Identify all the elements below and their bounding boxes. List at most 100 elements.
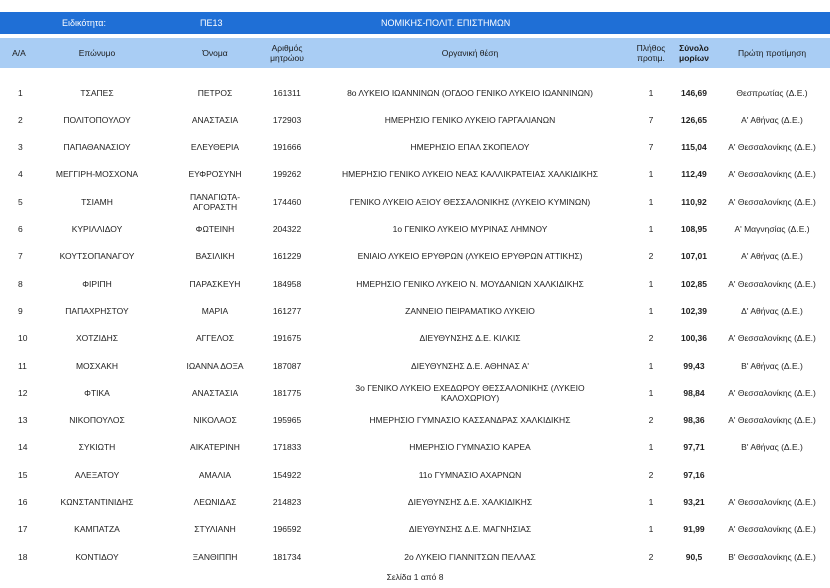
cell-pref-count: 2 xyxy=(648,333,654,344)
cell-name: ΒΑΣΙΛΙΚΗ xyxy=(195,251,235,262)
cell-aa: 10 xyxy=(18,333,28,344)
cell-position: 8ο ΛΥΚΕΙΟ ΙΩΑΝΝΙΝΩΝ (ΟΓΔΟΟ ΓΕΝΙΚΟ ΛΥΚΕΙΟ… xyxy=(347,87,593,98)
specialty-code: ΠΕ13 xyxy=(200,18,223,28)
cell-total: 115,04 xyxy=(681,142,707,153)
cell-name: ΦΩΤΕΙΝΗ xyxy=(195,224,235,234)
cell-name: ΑΝΑΣΤΑΣΙΑ xyxy=(191,387,239,398)
cell-aa: 11 xyxy=(18,360,27,371)
cell-first-pref: Β' Θεσσαλονίκης (Δ.Ε.) xyxy=(728,551,816,562)
cell-registry: 161277 xyxy=(272,305,302,316)
cell-position: ΔΙΕΥΘΥΝΣΗΣ Δ.Ε. ΧΑΛΚΙΔΙΚΗΣ xyxy=(407,497,533,507)
table-row: 7 ΚΟΥΤΣΟΠΑΝΑΓΟΥ ΒΑΣΙΛΙΚΗ 161229 ΕΝΙΑΙΟ Λ… xyxy=(0,243,830,270)
cell-name: ΠΕΤΡΟΣ xyxy=(197,87,233,98)
cell-surname: ΜΟΣΧΑΚΗ xyxy=(75,360,119,371)
cell-aa: 13 xyxy=(18,415,28,426)
table-row: 3 ΠΑΠΑΘΑΝΑΣΙΟΥ ΕΛΕΥΘΕΡΙΑ 191666 ΗΜΕΡΗΣΙΟ… xyxy=(0,134,830,161)
cell-name: ΑΓΓΕΛΟΣ xyxy=(195,333,235,344)
cell-position: 11ο ΓΥΜΝΑΣΙΟ ΑΧΑΡΝΩΝ xyxy=(418,469,522,480)
cell-name: ΕΛΕΥΘΕΡΙΑ xyxy=(190,142,240,153)
cell-surname: ΧΟΤΖΙΔΗΣ xyxy=(75,333,119,344)
table-row: 13 ΝΙΚΟΠΟΥΛΟΣ ΝΙΚΟΛΑΟΣ 195965 ΗΜΕΡΗΣΙΟ Γ… xyxy=(0,407,830,434)
cell-first-pref: Α' Θεσσαλονίκης (Δ.Ε.) xyxy=(728,333,816,344)
cell-aa: 14 xyxy=(18,442,28,453)
cell-surname: ΦΤΙΚΑ xyxy=(84,387,110,398)
cell-first-pref: Α' Θεσσαλονίκης (Δ.Ε.) xyxy=(728,169,816,180)
cell-registry: 172903 xyxy=(272,114,302,125)
cell-registry: 195965 xyxy=(272,415,302,426)
table-row: 18 ΚΟΝΤΙΔΟΥ ΞΑΝΘΙΠΠΗ 181734 2ο ΛΥΚΕΙΟ ΓΙ… xyxy=(0,543,830,570)
cell-total: 112,49 xyxy=(681,169,707,180)
cell-pref-count: 1 xyxy=(648,169,654,180)
cell-total: 93,21 xyxy=(683,497,705,507)
table-row: 2 ΠΟΛΙΤΟΠΟΥΛΟΥ ΑΝΑΣΤΑΣΙΑ 172903 ΗΜΕΡΗΣΙΟ… xyxy=(0,106,830,133)
cell-first-pref: Β' Αθήνας (Δ.Ε.) xyxy=(741,442,803,453)
cell-name: ΝΙΚΟΛΑΟΣ xyxy=(193,415,237,426)
cell-pref-count: 1 xyxy=(648,387,654,398)
cell-position: ΕΝΙΑΙΟ ΛΥΚΕΙΟ ΕΡΥΘΡΩΝ (ΛΥΚΕΙΟ ΕΡΥΘΡΩΝ ΑΤ… xyxy=(357,251,583,262)
cell-pref-count: 7 xyxy=(648,114,654,125)
header-surname: Επώνυμο xyxy=(78,48,116,58)
cell-total: 108,95 xyxy=(681,224,707,234)
header-total: Σύνολο μορίων xyxy=(679,43,709,63)
cell-name: ΣΤΥΛΙΑΝΗ xyxy=(194,524,236,535)
cell-surname: ΚΟΝΤΙΔΟΥ xyxy=(75,551,119,562)
cell-registry: 154922 xyxy=(272,469,302,480)
cell-surname: ΠΑΠΑΘΑΝΑΣΙΟΥ xyxy=(63,142,131,153)
cell-surname: ΚΟΥΤΣΟΠΑΝΑΓΟΥ xyxy=(59,251,135,262)
specialty-bar: Ειδικότητα: ΠΕ13 ΝΟΜΙΚΗΣ-ΠΟΛΙΤ. ΕΠΙΣΤΗΜΩ… xyxy=(0,12,830,34)
cell-pref-count: 1 xyxy=(648,305,654,316)
table-row: 11 ΜΟΣΧΑΚΗ ΙΩΑΝΝΑ ΔΟΞΑ 187087 ΔΙΕΥΘΥΝΣΗΣ… xyxy=(0,352,830,379)
cell-registry: 196592 xyxy=(272,524,302,535)
header-registry: Αριθμός μητρώου xyxy=(270,43,304,63)
cell-first-pref xyxy=(718,461,826,488)
cell-registry: 174460 xyxy=(272,196,302,207)
cell-registry: 171833 xyxy=(272,442,302,453)
cell-position: ΗΜΕΡΗΣΙΟ ΓΥΜΝΑΣΙΟ ΚΑΡΕΑ xyxy=(409,442,531,453)
cell-surname: ΤΣΑΠΕΣ xyxy=(80,87,114,98)
cell-total: 91,99 xyxy=(683,524,705,535)
cell-first-pref: Β' Αθήνας (Δ.Ε.) xyxy=(741,360,803,371)
cell-name: ΛΕΩΝΙΔΑΣ xyxy=(193,497,237,507)
cell-total: 99,43 xyxy=(683,360,705,371)
cell-name: ΠΑΝΑΓΙΩΤΑ- ΑΓΟΡΑΣΤΗ xyxy=(189,191,241,212)
cell-total: 102,39 xyxy=(681,305,707,316)
cell-first-pref: Α' Θεσσαλονίκης (Δ.Ε.) xyxy=(728,497,816,507)
cell-position: 1ο ΓΕΝΙΚΟ ΛΥΚΕΙΟ ΜΥΡΙΝΑΣ ΛΗΜΝΟΥ xyxy=(392,224,548,234)
cell-pref-count: 1 xyxy=(648,442,654,453)
cell-position: ΗΜΕΡΗΣΙΟ ΓΥΜΝΑΣΙΟ ΚΑΣΣΑΝΔΡΑΣ ΧΑΛΚΙΔΙΚΗΣ xyxy=(369,415,571,426)
cell-first-pref: Α' Θεσσαλονίκης (Δ.Ε.) xyxy=(728,196,816,207)
cell-aa: 12 xyxy=(18,387,28,398)
cell-surname: ΤΣΙΑΜΗ xyxy=(81,196,113,207)
cell-registry: 181734 xyxy=(272,551,302,562)
cell-registry: 204322 xyxy=(272,224,302,234)
cell-position: 3ο ΓΕΝΙΚΟ ΛΥΚΕΙΟ ΕΧΕΔΩΡΟΥ ΘΕΣΣΑΛΟΝΙΚΗΣ (… xyxy=(355,382,585,403)
cell-surname: ΚΥΡΙΛΛΙΔΟΥ xyxy=(71,224,123,234)
table-row: 8 ΦΙΡΙΠΗ ΠΑΡΑΣΚΕΥΗ 184958 ΗΜΕΡΗΣΙΟ ΓΕΝΙΚ… xyxy=(0,270,830,297)
cell-aa: 15 xyxy=(18,469,28,480)
cell-aa: 8 xyxy=(18,278,23,289)
cell-registry: 184958 xyxy=(272,278,302,289)
cell-registry: 191675 xyxy=(272,333,302,344)
specialty-label: Ειδικότητα: xyxy=(62,18,106,28)
cell-aa: 7 xyxy=(18,251,23,262)
cell-pref-count: 7 xyxy=(648,142,654,153)
cell-pref-count: 2 xyxy=(648,415,654,426)
cell-first-pref: Θεσπρωτίας (Δ.Ε.) xyxy=(736,87,808,98)
cell-name: ΙΩΑΝΝΑ ΔΟΞΑ xyxy=(186,360,244,371)
table-row: 1 ΤΣΑΠΕΣ ΠΕΤΡΟΣ 161311 8ο ΛΥΚΕΙΟ ΙΩΑΝΝΙΝ… xyxy=(0,79,830,106)
table-row: 14 ΣΥΚΙΩΤΗ ΑΙΚΑΤΕΡΙΝΗ 171833 ΗΜΕΡΗΣΙΟ ΓΥ… xyxy=(0,434,830,461)
cell-first-pref: Α' Θεσσαλονίκης (Δ.Ε.) xyxy=(728,415,816,426)
header-pref-count: Πλήθος προτιμ. xyxy=(636,43,666,63)
cell-surname: ΚΩΝΣΤΑΝΤΙΝΙΔΗΣ xyxy=(60,497,134,507)
cell-aa: 6 xyxy=(18,224,23,234)
page-indicator: Σελίδα 1 από 8 xyxy=(386,572,444,582)
cell-total: 97,71 xyxy=(683,442,705,453)
cell-registry: 161311 xyxy=(273,87,301,98)
cell-pref-count: 2 xyxy=(648,251,654,262)
table-row: 6 ΚΥΡΙΛΛΙΔΟΥ ΦΩΤΕΙΝΗ 204322 1ο ΓΕΝΙΚΟ ΛΥ… xyxy=(0,216,830,243)
cell-position: ΗΜΕΡΗΣΙΟ ΓΕΝΙΚΟ ΛΥΚΕΙΟ ΓΑΡΓΑΛΙΑΝΩΝ xyxy=(384,114,556,125)
cell-surname: ΜΕΓΓΙΡΗ-ΜΟΣΧΟΝΑ xyxy=(55,169,139,180)
cell-first-pref: Α' Θεσσαλονίκης (Δ.Ε.) xyxy=(728,524,816,535)
cell-pref-count: 1 xyxy=(648,224,654,234)
cell-surname: ΑΛΕΞΑΤΟΥ xyxy=(74,469,120,480)
